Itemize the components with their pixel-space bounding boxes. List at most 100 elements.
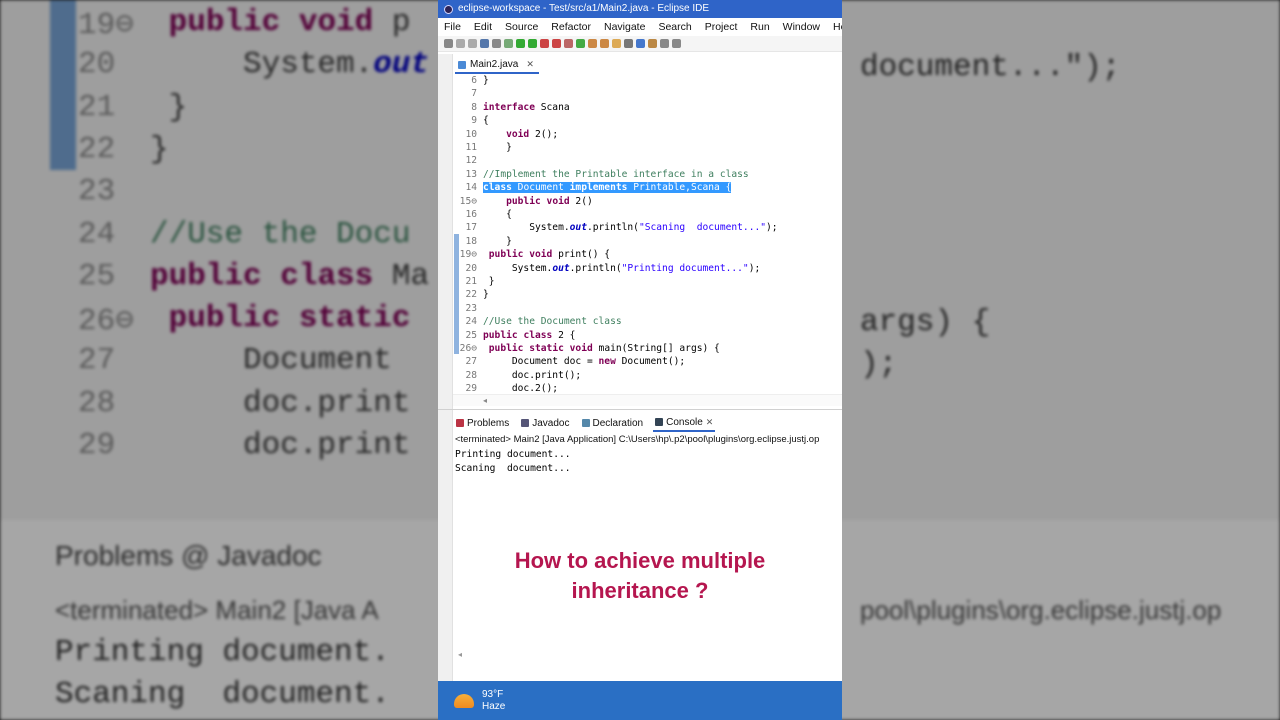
code-line: 15⊖ public void 2() [453, 195, 842, 208]
line-text: //Implement the Printable interface in a… [483, 168, 749, 180]
line-number: 17 [465, 222, 477, 234]
menu-navigate[interactable]: Navigate [604, 21, 645, 33]
line-number: 25 [465, 329, 477, 341]
code-line: 13 //Implement the Printable interface in… [453, 168, 842, 181]
line-number: 13 [465, 168, 477, 180]
eclipse-window: eclipse-workspace - Test/src/a1/Main2.ja… [438, 0, 842, 720]
problems-icon [456, 419, 464, 427]
code-line: 11 } [453, 141, 842, 154]
code-line: 26⊖ public static void main(String[] arg… [453, 342, 842, 355]
menu-search[interactable]: Search [658, 21, 691, 33]
left-trim-bottom [438, 410, 453, 682]
toolbar-button[interactable] [588, 39, 597, 48]
javadoc-icon [521, 419, 530, 427]
line-text: } [483, 142, 512, 153]
tab-javadoc[interactable]: Javadoc [519, 414, 571, 432]
tab-console[interactable]: Console ✕ [653, 414, 716, 432]
line-number: 28 [465, 369, 477, 381]
close-icon[interactable]: ✕ [526, 59, 534, 70]
toolbar-button[interactable] [552, 39, 561, 48]
code-line: 16 { [453, 208, 842, 221]
code-line: 6} [453, 74, 842, 87]
toolbar-button[interactable] [636, 39, 645, 48]
declaration-icon [581, 419, 590, 427]
code-line: 24 //Use the Document class [453, 315, 842, 328]
toolbar-button[interactable] [504, 39, 513, 48]
line-text: { [483, 115, 489, 127]
eclipse-icon [444, 4, 453, 14]
line-number: 12 [465, 155, 477, 167]
line-text: } [483, 75, 489, 86]
line-text: interface Scana [483, 101, 570, 113]
menu-file[interactable]: File [444, 21, 461, 33]
code-editor[interactable]: 6} 7 8 interface Scana 9{10 void 2(); 11 } 12 1… [453, 74, 842, 394]
menu-project[interactable]: Project [705, 21, 738, 33]
toolbar-button[interactable] [648, 39, 657, 48]
console-scrollbar[interactable]: ◂ [454, 650, 842, 662]
line-number: 21 [465, 276, 477, 287]
toolbar-button[interactable] [456, 39, 465, 48]
toolbar-button[interactable] [444, 39, 453, 48]
code-line: 10 void 2(); [453, 128, 842, 141]
console-output: Printing document... Scaning document... [455, 448, 571, 475]
menu-refactor[interactable]: Refactor [551, 21, 591, 33]
line-number: 14 [465, 182, 477, 194]
line-number: 27 [465, 356, 477, 368]
toolbar-button[interactable] [468, 39, 477, 48]
toolbar-button[interactable] [528, 39, 537, 48]
line-number: 15⊖ [459, 195, 477, 207]
line-number: 6 [471, 75, 477, 86]
toolbar-button[interactable] [480, 39, 489, 48]
toolbar [438, 36, 842, 52]
line-number: 22 [465, 289, 477, 301]
close-icon[interactable]: ✕ [706, 417, 714, 428]
weather-widget[interactable]: 93°F Haze [482, 689, 505, 713]
line-text: public void 2() [506, 195, 593, 207]
tab-problems[interactable]: Problems [454, 414, 511, 432]
line-number: 11 [465, 142, 477, 153]
code-line: 23 [453, 302, 842, 315]
tab-label: Declaration [592, 417, 644, 429]
code-line: 20 System.out.println("Printing document… [453, 262, 842, 275]
menu-run[interactable]: Run [750, 21, 769, 33]
line-text: public static void main(String[] args) { [488, 343, 720, 354]
menu-source[interactable]: Source [505, 21, 538, 33]
line-text: System.out.println("Printing document...… [483, 262, 761, 274]
console-line: Scaning document... [455, 462, 571, 474]
line-number: 16 [465, 209, 477, 220]
console-icon [655, 418, 664, 426]
code-line: 7 [453, 87, 842, 100]
toolbar-button[interactable] [660, 39, 669, 48]
line-number: 24 [465, 316, 477, 328]
toolbar-button[interactable] [600, 39, 609, 48]
line-text: } [483, 289, 489, 301]
toolbar-button[interactable] [540, 39, 549, 48]
toolbar-button[interactable] [612, 39, 621, 48]
menu-edit[interactable]: Edit [474, 21, 492, 33]
line-number: 23 [465, 302, 477, 314]
line-text: } [483, 276, 495, 287]
tab-declaration[interactable]: Declaration [580, 414, 646, 432]
code-line: 9{ [453, 114, 842, 127]
line-text: doc.print(); [483, 369, 582, 381]
toolbar-button[interactable] [492, 39, 501, 48]
toolbar-button[interactable] [564, 39, 573, 48]
line-number: 26⊖ [459, 343, 477, 354]
toolbar-button[interactable] [516, 39, 525, 48]
line-text: class Document implements Printable,Scan… [483, 182, 732, 194]
menu-help[interactable]: Help [833, 21, 842, 33]
menu-bar: File Edit Source Refactor Navigate Search Proj… [438, 18, 842, 36]
line-text: System.out.println("Scaning document..."… [483, 222, 778, 234]
code-line: 12 [453, 154, 842, 167]
code-line: 18 } [453, 235, 842, 248]
code-line: 8 interface Scana [453, 101, 842, 114]
tab-main2-java[interactable]: Main2.java ✕ [455, 57, 539, 74]
horizontal-scrollbar[interactable]: ◂ [453, 394, 842, 406]
toolbar-button[interactable] [624, 39, 633, 48]
weather-condition: Haze [482, 700, 506, 712]
menu-window[interactable]: Window [783, 21, 820, 33]
editor-area: Main2.java ✕ 6} 7 8 interface Scana 9{10 voi… [438, 54, 842, 409]
toolbar-button[interactable] [672, 39, 681, 48]
toolbar-button[interactable] [576, 39, 585, 48]
tab-label: Main2.java [470, 59, 519, 70]
